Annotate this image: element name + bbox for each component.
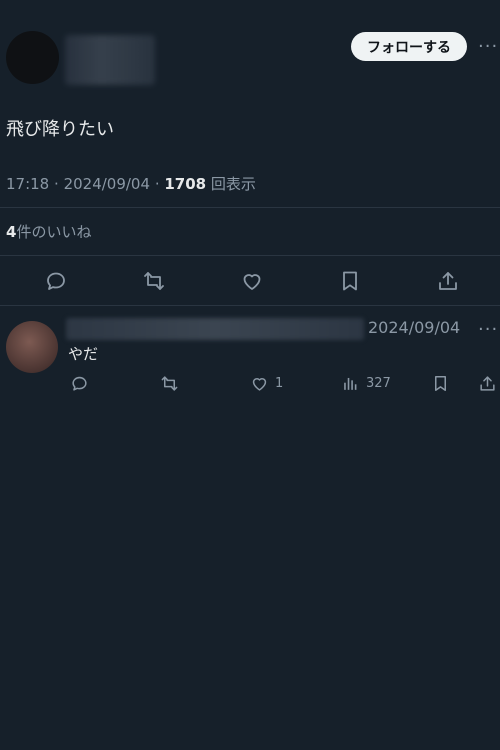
bookmark-icon[interactable] (338, 269, 362, 293)
views-icon (344, 377, 357, 390)
reply-share-button[interactable] (478, 374, 497, 393)
post-meta: 17:18 · 2024/09/04 · 1708 回表示 (6, 175, 256, 193)
like-icon[interactable] (240, 269, 264, 293)
reply-author-avatar[interactable] (6, 321, 58, 373)
likes-summary[interactable]: 4件のいいね (6, 221, 91, 242)
like-icon (252, 378, 267, 391)
reply-more-options-icon[interactable]: ··· (478, 319, 498, 340)
views-label: 回表示 (210, 175, 256, 193)
divider (0, 207, 500, 208)
post-text: 飛び降りたい (6, 119, 114, 140)
reply-bookmark-button[interactable] (431, 374, 450, 393)
author-name-blurred[interactable] (65, 35, 155, 85)
likes-count: 4 (6, 223, 17, 241)
more-options-icon[interactable]: ··· (478, 36, 498, 57)
reply-icon (72, 376, 87, 391)
reply-like-count: 1 (275, 376, 284, 391)
retweet-icon (161, 376, 178, 391)
post-date: 2024/09/04 (63, 175, 151, 193)
author-avatar[interactable] (6, 31, 59, 84)
reply-text: やだ (68, 345, 99, 363)
reply-reply-button[interactable] (70, 374, 89, 393)
reply-date[interactable]: 2024/09/04 (368, 318, 460, 337)
share-icon[interactable] (436, 269, 460, 293)
reply-like-button[interactable]: 1 (250, 374, 283, 393)
divider (0, 255, 500, 256)
views-count: 1708 (164, 175, 207, 193)
reply-view-count: 327 (366, 376, 391, 391)
reply-views-button[interactable]: 327 (341, 374, 391, 393)
divider (0, 305, 500, 306)
likes-label: 件のいいね (16, 223, 92, 241)
bookmark-icon (434, 376, 447, 391)
follow-button[interactable]: フォローする (351, 32, 467, 61)
reply-retweet-button[interactable] (160, 374, 179, 393)
post-time: 17:18 (6, 175, 50, 193)
share-icon (480, 376, 495, 391)
reply-author-name-blurred[interactable] (66, 318, 364, 340)
reply-icon[interactable] (44, 269, 68, 293)
retweet-icon[interactable] (142, 269, 166, 293)
